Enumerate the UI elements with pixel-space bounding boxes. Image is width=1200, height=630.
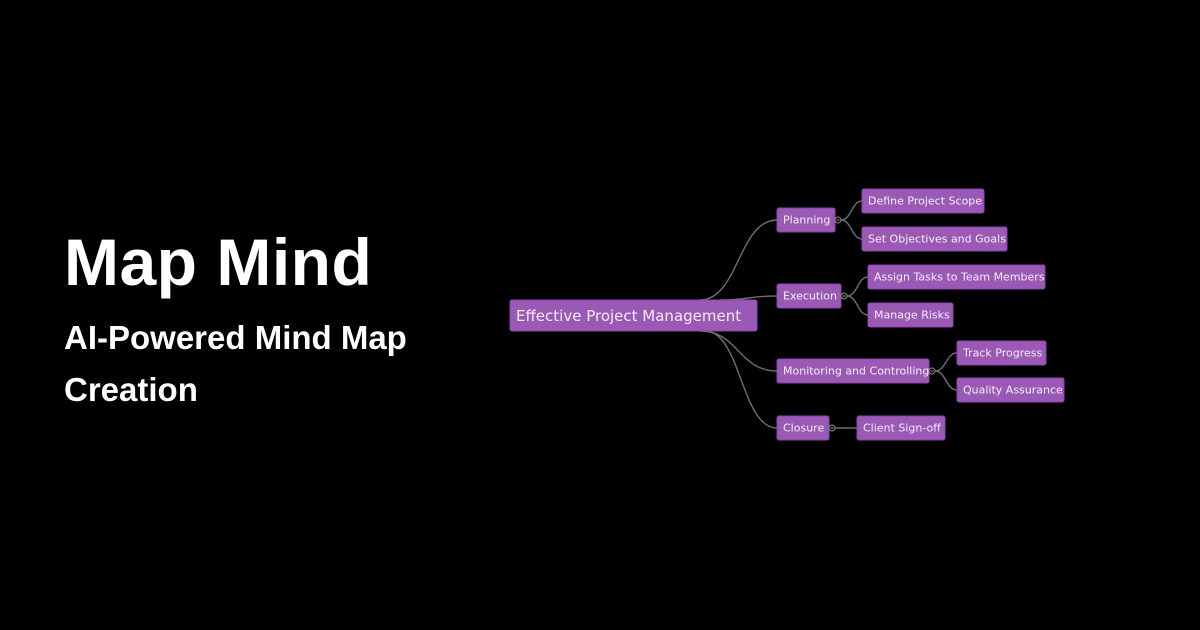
- leaf-node-manage-risks[interactable]: Manage Risks: [867, 302, 954, 328]
- leaf-node-client-sign-off[interactable]: Client Sign-off: [856, 415, 946, 441]
- leaf-label: Set Objectives and Goals: [868, 233, 1006, 246]
- leaf-label: Define Project Scope: [868, 195, 982, 208]
- mind-map: Effective Project Management Planning De…: [509, 188, 1065, 441]
- root-to-branch-link: [699, 330, 778, 372]
- leaf-node-track-progress[interactable]: Track Progress: [956, 340, 1047, 366]
- root-to-branch-link: [704, 330, 778, 429]
- collapse-toggle-icon[interactable]: [928, 367, 936, 375]
- branch-label: Monitoring and Controlling: [783, 365, 929, 378]
- leaf-node-define-project-scope[interactable]: Define Project Scope: [861, 188, 985, 214]
- leaf-node-set-objectives[interactable]: Set Objectives and Goals: [861, 226, 1008, 252]
- root-node-label: Effective Project Management: [516, 307, 741, 325]
- branch-to-leaf-link: [934, 370, 958, 391]
- collapse-toggle-icon[interactable]: [828, 424, 836, 432]
- branch-label: Closure: [783, 422, 824, 435]
- branch-to-leaf-link: [846, 276, 869, 297]
- branch-to-leaf-link: [934, 352, 958, 372]
- leaf-node-quality-assurance[interactable]: Quality Assurance: [956, 377, 1065, 403]
- branch-node-planning[interactable]: Planning: [776, 207, 836, 233]
- leaf-label: Client Sign-off: [863, 422, 941, 435]
- branch-to-leaf-link: [840, 200, 863, 221]
- branch-label: Execution: [783, 290, 837, 303]
- leaf-label: Assign Tasks to Team Members: [874, 271, 1045, 284]
- collapse-toggle-icon[interactable]: [834, 216, 842, 224]
- root-to-branch-link: [719, 295, 778, 301]
- branch-to-leaf-link: [840, 219, 863, 240]
- root-to-branch-link: [699, 219, 778, 301]
- branch-node-closure[interactable]: Closure: [776, 415, 830, 441]
- branch-node-execution[interactable]: Execution: [776, 283, 842, 309]
- leaf-node-assign-tasks[interactable]: Assign Tasks to Team Members: [867, 264, 1046, 290]
- root-node[interactable]: Effective Project Management: [509, 299, 758, 332]
- leaf-label: Manage Risks: [874, 309, 950, 322]
- leaf-label: Track Progress: [962, 347, 1042, 360]
- mind-map-nodes: Effective Project Management Planning De…: [509, 188, 1065, 441]
- branch-to-leaf-link: [846, 295, 869, 316]
- branch-label: Planning: [783, 214, 830, 227]
- collapse-toggle-icon[interactable]: [840, 292, 848, 300]
- leaf-label: Quality Assurance: [963, 384, 1063, 397]
- branch-node-monitoring[interactable]: Monitoring and Controlling: [776, 358, 930, 384]
